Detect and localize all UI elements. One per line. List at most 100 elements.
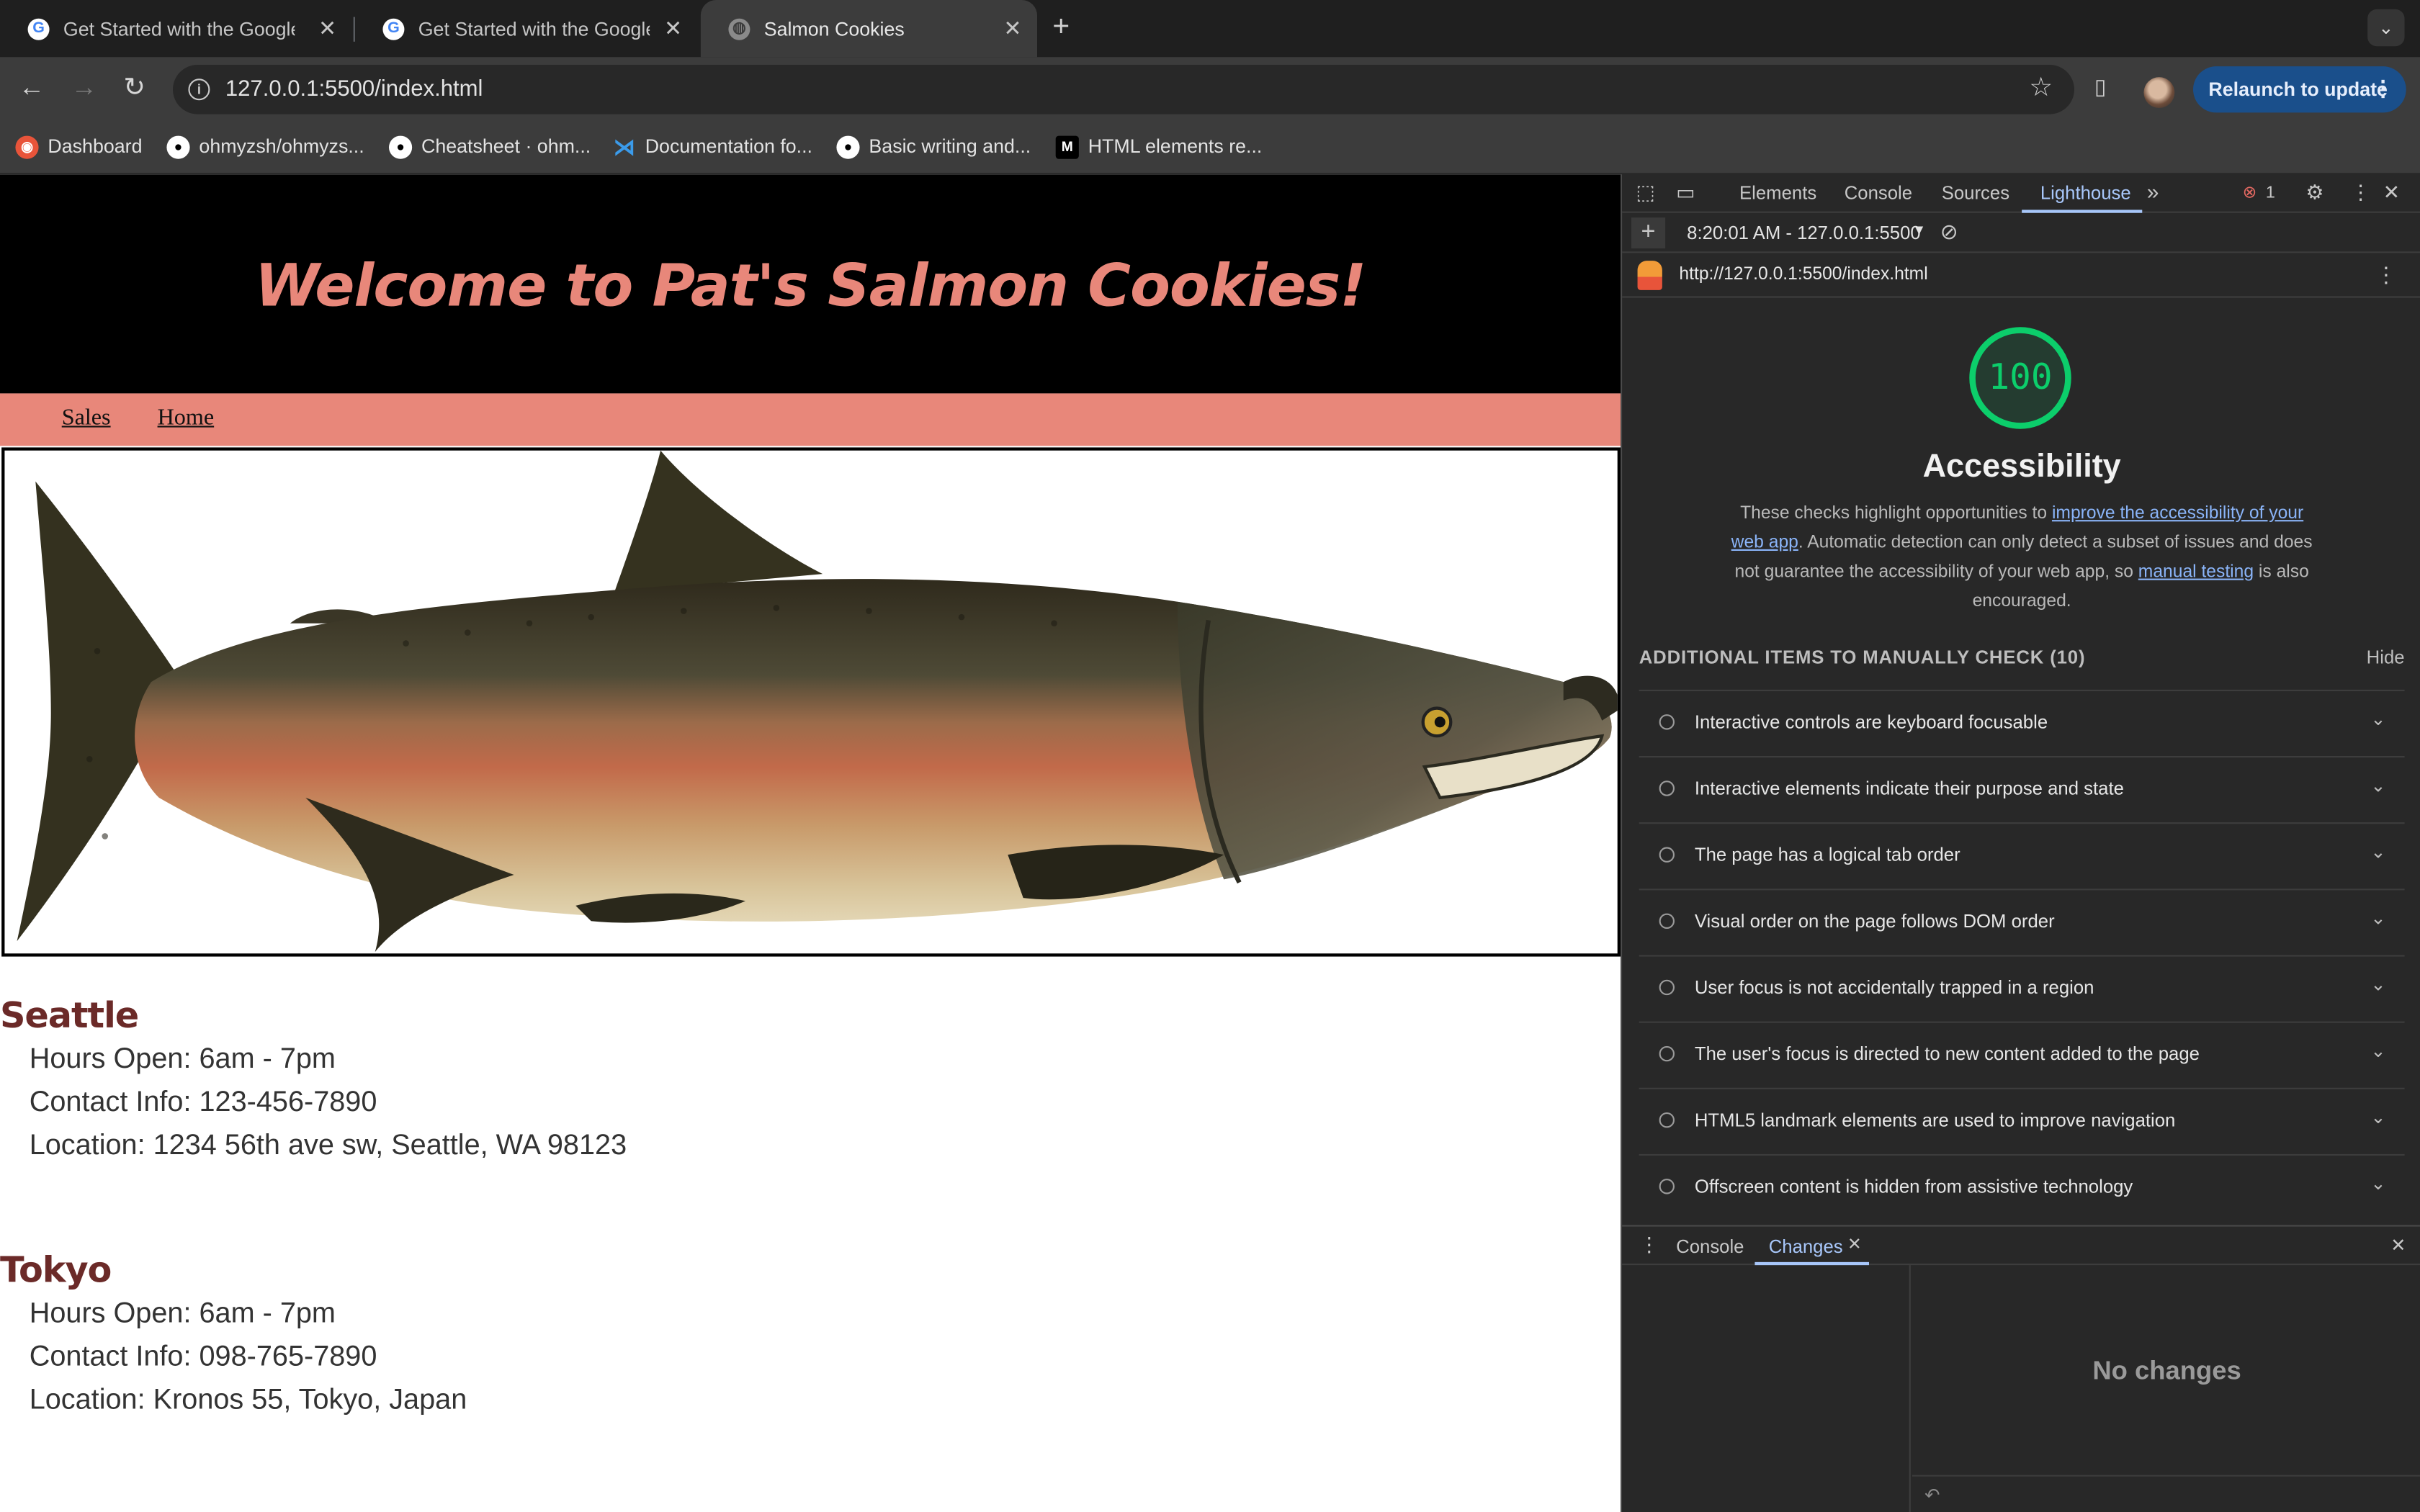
github-icon: ● bbox=[389, 135, 413, 158]
report-selector[interactable]: 8:20:01 AM - 127.0.0.1:5500 bbox=[1687, 222, 1921, 244]
clear-reports-icon[interactable]: ⊘ bbox=[1940, 219, 1958, 245]
tab-strip: G Get Started with the Google ✕ G Get St… bbox=[0, 0, 2420, 58]
manual-checks-title: ADDITIONAL ITEMS TO MANUALLY CHECK (10) bbox=[1639, 646, 2086, 668]
browser-tab-2[interactable]: G Get Started with the Google ✕ bbox=[355, 0, 698, 57]
globe-icon: ◍ bbox=[728, 17, 750, 40]
bookmark-label: ohmyzsh/ohmyzs... bbox=[199, 135, 364, 158]
browser-tab-3-active[interactable]: ◍ Salmon Cookies ✕ bbox=[700, 0, 1037, 58]
manual-check-icon bbox=[1659, 847, 1675, 863]
manual-check-icon bbox=[1659, 1045, 1675, 1062]
more-vert-icon[interactable]: ⋮ bbox=[2375, 262, 2397, 288]
relaunch-button[interactable]: Relaunch to update ⋮ bbox=[2193, 66, 2406, 113]
bookmark-item[interactable]: M HTML elements re... bbox=[1055, 134, 1262, 158]
bookmark-item[interactable]: ⋊ Documentation fo... bbox=[613, 133, 812, 158]
tab-title: Get Started with the Google bbox=[63, 17, 295, 40]
manual-check-icon bbox=[1659, 714, 1675, 730]
bookmark-item[interactable]: ● Basic writing and... bbox=[836, 134, 1031, 158]
forward-button[interactable]: → bbox=[71, 73, 97, 104]
dashboard-icon: ◉ bbox=[15, 135, 39, 158]
site-header: Welcome to Pat's Salmon Cookies! bbox=[0, 174, 1621, 394]
nav-link-sales[interactable]: Sales bbox=[62, 406, 111, 432]
reload-button[interactable]: ↻ bbox=[123, 73, 145, 104]
manual-check-icon bbox=[1659, 1179, 1675, 1194]
tab-search-button[interactable]: ⌄ bbox=[2367, 9, 2405, 47]
device-toolbar-icon[interactable]: ▭ bbox=[1676, 181, 1695, 205]
drawer-tab-changes[interactable]: Changes bbox=[1769, 1236, 1843, 1257]
lighthouse-icon bbox=[1637, 261, 1662, 290]
chevron-down-icon[interactable]: ⌄ bbox=[2370, 708, 2386, 730]
bookmark-item[interactable]: ◉ Dashboard bbox=[15, 134, 142, 158]
bookmark-star-icon[interactable]: ☆ bbox=[2029, 73, 2053, 104]
more-tabs-icon[interactable]: » bbox=[2147, 179, 2159, 204]
more-vert-icon[interactable]: ⋮ bbox=[2351, 181, 2371, 205]
close-drawer-icon[interactable]: ✕ bbox=[2390, 1234, 2406, 1256]
address-bar[interactable]: i 127.0.0.1:5500/index.html ☆ bbox=[173, 65, 2074, 114]
tab-sources[interactable]: Sources bbox=[1942, 182, 2009, 204]
manual-check-icon bbox=[1659, 1112, 1675, 1128]
tab-console[interactable]: Console bbox=[1845, 182, 1912, 204]
manual-check-icon bbox=[1659, 979, 1675, 996]
error-count[interactable]: 1 bbox=[2266, 184, 2275, 202]
more-vert-icon[interactable]: ⋮ bbox=[2372, 76, 2394, 102]
drawer-tab-console[interactable]: Console bbox=[1676, 1236, 1744, 1257]
city-location: Location: 1234 56th ave sw, Seattle, WA … bbox=[29, 1128, 627, 1161]
chevron-down-icon[interactable]: ⌄ bbox=[2370, 973, 2386, 995]
audit-item[interactable]: The page has a logical tab order ⌄ bbox=[1639, 822, 2405, 888]
city-contact: Contact Info: 123-456-7890 bbox=[29, 1084, 377, 1117]
changes-file-list bbox=[1622, 1265, 1911, 1512]
close-tab-icon[interactable]: ✕ bbox=[1847, 1234, 1862, 1254]
chevron-down-icon[interactable]: ⌄ bbox=[2370, 841, 2386, 863]
dropdown-caret-icon[interactable]: ▼ bbox=[1912, 222, 1926, 238]
side-panel-icon[interactable]: ▯ bbox=[2094, 74, 2107, 100]
audit-label: Interactive elements indicate their purp… bbox=[1694, 778, 2124, 799]
close-tab-icon[interactable]: ✕ bbox=[664, 17, 682, 39]
audit-item[interactable]: User focus is not accidentally trapped i… bbox=[1639, 955, 2405, 1021]
audit-item[interactable]: HTML5 landmark elements are used to impr… bbox=[1639, 1087, 2405, 1154]
audit-item[interactable]: Visual order on the page follows DOM ord… bbox=[1639, 888, 2405, 955]
site-info-icon[interactable]: i bbox=[188, 78, 210, 101]
lighthouse-toolbar: + 8:20:01 AM - 127.0.0.1:5500 ▼ ⊘ bbox=[1622, 213, 2420, 253]
bookmark-item[interactable]: ● ohmyzsh/ohmyzs... bbox=[166, 134, 364, 158]
close-tab-icon[interactable]: ✕ bbox=[318, 17, 336, 39]
manual-check-icon bbox=[1659, 913, 1675, 929]
hide-button[interactable]: Hide bbox=[2367, 647, 2405, 668]
audit-item[interactable]: Offscreen content is hidden from assisti… bbox=[1639, 1153, 2405, 1220]
manual-checks-header: ADDITIONAL ITEMS TO MANUALLY CHECK (10) … bbox=[1639, 647, 2405, 668]
audit-label: The page has a logical tab order bbox=[1694, 844, 1960, 866]
audit-label: Interactive controls are keyboard focusa… bbox=[1694, 711, 2048, 733]
inspect-element-icon[interactable]: ⬚ bbox=[1636, 181, 1654, 205]
city-location: Location: Kronos 55, Tokyo, Japan bbox=[29, 1382, 467, 1415]
category-description: These checks highlight opportunities to … bbox=[1727, 500, 2317, 617]
close-devtools-icon[interactable]: ✕ bbox=[2383, 181, 2400, 205]
new-report-plus-icon[interactable]: + bbox=[1631, 217, 1666, 248]
profile-avatar[interactable] bbox=[2143, 77, 2175, 108]
settings-gear-icon[interactable]: ⚙ bbox=[2305, 181, 2323, 205]
chevron-down-icon[interactable]: ⌄ bbox=[2370, 1040, 2386, 1061]
new-tab-button[interactable]: + bbox=[1052, 12, 1070, 43]
nav-link-home[interactable]: Home bbox=[158, 406, 215, 432]
revert-icon[interactable]: ↶ bbox=[1924, 1484, 1940, 1506]
manual-check-icon bbox=[1659, 780, 1675, 796]
address-url[interactable]: 127.0.0.1:5500/index.html bbox=[225, 77, 483, 102]
tab-lighthouse[interactable]: Lighthouse bbox=[2040, 182, 2131, 204]
audit-item[interactable]: Interactive elements indicate their purp… bbox=[1639, 756, 2405, 822]
close-tab-icon[interactable]: ✕ bbox=[1003, 17, 1021, 39]
audit-label: Offscreen content is hidden from assisti… bbox=[1694, 1175, 2133, 1197]
tab-elements[interactable]: Elements bbox=[1739, 182, 1816, 204]
chevron-down-icon[interactable]: ⌄ bbox=[2370, 775, 2386, 796]
drawer-menu-icon[interactable]: ⋮ bbox=[1639, 1233, 1659, 1257]
chevron-down-icon[interactable]: ⌄ bbox=[2370, 1106, 2386, 1128]
chevron-down-icon[interactable]: ⌄ bbox=[2370, 907, 2386, 929]
error-icon[interactable]: ⊗ bbox=[2243, 182, 2257, 202]
audit-item[interactable]: The user's focus is directed to new cont… bbox=[1639, 1021, 2405, 1088]
browser-window: G Get Started with the Google ✕ G Get St… bbox=[0, 0, 2420, 1512]
back-button[interactable]: ← bbox=[19, 73, 45, 104]
bookmark-item[interactable]: ● Cheatsheet · ohm... bbox=[389, 134, 591, 158]
city-name: Tokyo bbox=[0, 1251, 112, 1292]
browser-tab-1[interactable]: G Get Started with the Google ✕ bbox=[0, 0, 352, 57]
audit-label: User focus is not accidentally trapped i… bbox=[1694, 976, 2094, 999]
manual-testing-link[interactable]: manual testing bbox=[2138, 563, 2254, 582]
audit-label: Visual order on the page follows DOM ord… bbox=[1694, 910, 2055, 932]
audit-item[interactable]: Interactive controls are keyboard focusa… bbox=[1639, 689, 2405, 756]
chevron-down-icon[interactable]: ⌄ bbox=[2370, 1173, 2386, 1194]
